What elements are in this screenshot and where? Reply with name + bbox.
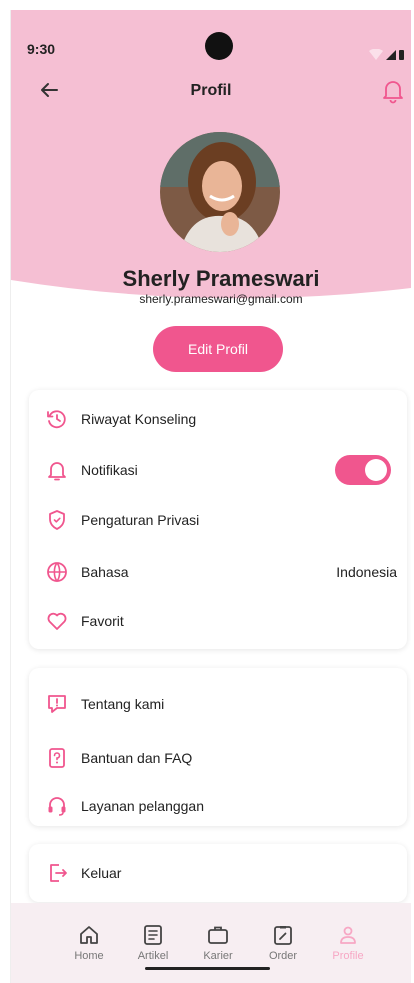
- menu-item-label: Tentang kami: [81, 696, 165, 712]
- briefcase-icon: [206, 923, 230, 947]
- menu-item-label: Riwayat Konseling: [81, 411, 197, 427]
- camera-cutout: [205, 32, 233, 60]
- edit-profile-button[interactable]: Edit Profil: [153, 326, 283, 372]
- wifi-icon: [369, 48, 383, 60]
- menu-item-label: Bahasa: [81, 564, 129, 580]
- article-icon: [141, 923, 165, 947]
- menu-item-label: Layanan pelanggan: [81, 798, 205, 814]
- question-icon: [45, 746, 69, 770]
- logout-card: Keluar: [29, 844, 407, 902]
- menu-item-notifikasi[interactable]: Notifikasi: [29, 450, 407, 490]
- profile-email: sherly.prameswari@gmail.com: [139, 292, 303, 306]
- nav-label: Artikel: [137, 950, 169, 962]
- status-time: 9:30: [27, 41, 56, 57]
- profile-header: 9:30 Profil Sherly Prameswari sherly.pra…: [11, 10, 411, 310]
- menu-item-favorit[interactable]: Favorit: [29, 601, 407, 641]
- menu-item-label: Bantuan dan FAQ: [81, 750, 193, 766]
- toggle-knob: [365, 459, 387, 481]
- menu-item-label: Favorit: [81, 613, 124, 629]
- info-card: Tentang kami Bantuan dan FAQ Layanan pel…: [29, 668, 407, 826]
- nav-item-home[interactable]: Home: [59, 923, 119, 962]
- globe-icon: [45, 560, 69, 584]
- nav-label: Home: [74, 950, 104, 962]
- phone-screen: 9:30 Profil Sherly Prameswari sherly.pra…: [10, 10, 411, 983]
- logout-label: Keluar: [81, 865, 122, 881]
- info-alert-icon: [45, 692, 69, 716]
- nav-item-order[interactable]: Order: [253, 923, 313, 962]
- status-icons: [369, 48, 409, 66]
- language-value: Indonesia: [336, 564, 397, 580]
- shield-icon: [45, 508, 69, 532]
- page-title: Profil: [190, 82, 232, 99]
- profile-name: Sherly Prameswari: [122, 266, 320, 291]
- menu-item-riwayat-konseling[interactable]: Riwayat Konseling: [29, 399, 407, 439]
- menu-item-bahasa[interactable]: Bahasa Indonesia: [29, 552, 407, 592]
- nav-item-karier[interactable]: Karier: [188, 923, 248, 962]
- headset-icon: [45, 794, 69, 818]
- home-indicator: [145, 967, 270, 970]
- menu-item-tentang-kami[interactable]: Tentang kami: [29, 684, 407, 724]
- nav-label: Order: [268, 950, 298, 962]
- menu-item-pengaturan-privasi[interactable]: Pengaturan Privasi: [29, 500, 407, 540]
- order-icon: [271, 923, 295, 947]
- avatar[interactable]: [160, 132, 280, 252]
- bottom-navigation: Home Artikel Karier Order Profile: [11, 903, 411, 983]
- nav-label: Karier: [203, 950, 233, 962]
- nav-item-artikel[interactable]: Artikel: [123, 923, 183, 962]
- history-icon: [45, 407, 69, 431]
- nav-item-profile[interactable]: Profile: [318, 923, 378, 962]
- notification-toggle[interactable]: [335, 455, 391, 485]
- user-icon: [336, 923, 360, 947]
- nav-label: Profile: [332, 950, 364, 962]
- battery-icon: [399, 50, 404, 60]
- settings-card: Riwayat Konseling Notifikasi Pengaturan …: [29, 390, 407, 649]
- menu-item-bantuan-faq[interactable]: Bantuan dan FAQ: [29, 738, 407, 778]
- menu-item-label: Pengaturan Privasi: [81, 512, 200, 528]
- menu-item-layanan-pelanggan[interactable]: Layanan pelanggan: [29, 786, 407, 826]
- heart-icon: [45, 609, 69, 633]
- signal-icon: [386, 50, 396, 60]
- bell-icon: [45, 458, 69, 482]
- bell-icon[interactable]: [381, 78, 405, 109]
- menu-item-label: Notifikasi: [81, 462, 138, 478]
- logout-icon: [45, 861, 69, 885]
- home-icon: [77, 923, 101, 947]
- logout-button[interactable]: Keluar: [29, 853, 407, 893]
